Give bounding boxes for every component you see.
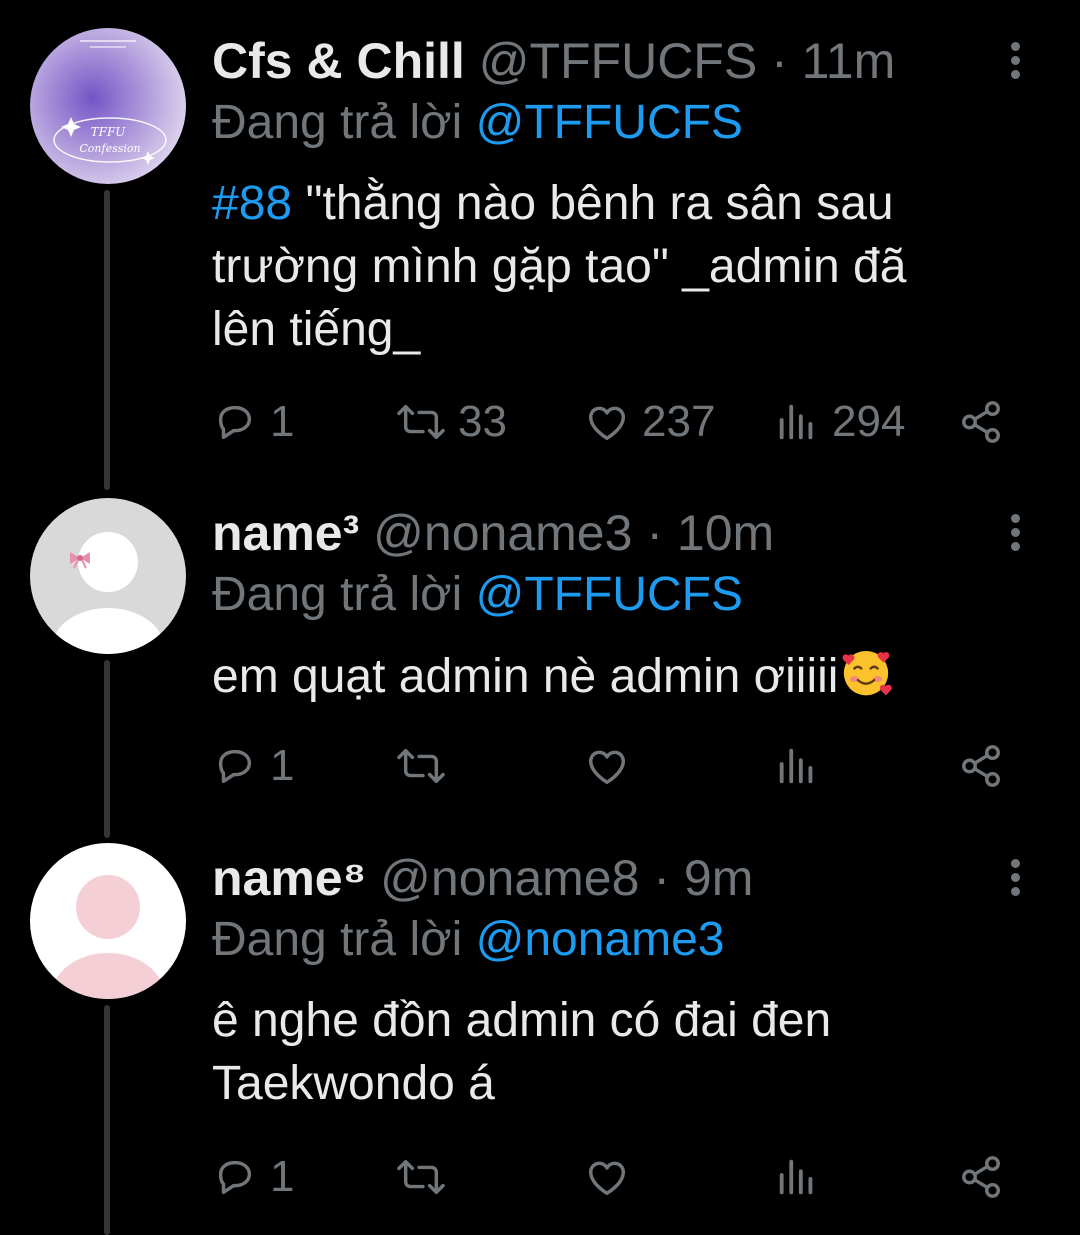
default-avatar	[30, 498, 186, 654]
tweet-actions: 1	[212, 736, 1012, 796]
tweet-actions: 1	[212, 1147, 1012, 1207]
tffu-confession-logo: TFFU Confession	[30, 28, 186, 184]
views-button[interactable]: 294	[774, 392, 905, 452]
logo-text: TFFU	[91, 125, 127, 139]
avatar[interactable]	[30, 498, 186, 654]
tweet-text: ê nghe đồn admin có đai đen Taekwondo á	[212, 989, 990, 1115]
timestamp[interactable]: 9m	[684, 850, 753, 906]
tweet[interactable]: name³ @noname3 · 10m Đang trả lời @TFFUC…	[0, 490, 1080, 835]
tweet-text-line: em quạt admin nè admin ơiiiii	[212, 650, 839, 703]
logo-text: Confession	[79, 142, 140, 155]
like-button[interactable]	[584, 736, 630, 796]
like-count: 237	[642, 397, 716, 446]
tweet-text: em quạt admin nè admin ơiiiii	[212, 644, 990, 708]
reply-icon	[218, 749, 252, 784]
timestamp[interactable]: 10m	[677, 505, 774, 561]
reply-thread: TFFU Confession Cfs & Chill @TFFUCFS · 1…	[0, 0, 1080, 1235]
more-options-button[interactable]	[1000, 510, 1030, 560]
like-button[interactable]	[584, 1147, 630, 1207]
like-icon	[588, 406, 626, 441]
tweet[interactable]: TFFU Confession Cfs & Chill @TFFUCFS · 1…	[0, 0, 1080, 490]
default-avatar	[30, 843, 186, 999]
more-icon	[1010, 859, 1020, 868]
retweet-icon	[397, 1159, 445, 1195]
replying-to-label: Đang trả lời	[212, 568, 463, 621]
mention-link[interactable]: @TFFUCFS	[476, 568, 743, 621]
reply-button[interactable]: 1	[212, 392, 294, 452]
views-button[interactable]	[774, 736, 820, 796]
reply-icon	[218, 405, 252, 440]
replying-to-label: Đang trả lời	[212, 913, 463, 966]
share-icon	[962, 745, 1000, 787]
avatar[interactable]	[30, 843, 186, 999]
timestamp[interactable]: 11m	[802, 33, 896, 89]
views-button[interactable]	[774, 1147, 820, 1207]
more-icon	[1010, 514, 1020, 523]
retweet-icon	[397, 404, 445, 440]
replying-to-label: Đang trả lời	[212, 96, 463, 149]
share-icon	[962, 401, 1000, 443]
more-options-button[interactable]	[1000, 38, 1030, 88]
share-button[interactable]	[958, 392, 1004, 452]
reply-button[interactable]: 1	[212, 1147, 294, 1207]
retweet-button[interactable]	[396, 736, 446, 796]
tweet-text: #88 "thằng nào bênh ra sân sau trường mì…	[212, 172, 990, 361]
separator-dot: ·	[771, 33, 788, 89]
views-icon	[779, 1159, 813, 1195]
display-name[interactable]: name³	[212, 505, 359, 561]
display-name[interactable]: Cfs & Chill	[212, 33, 465, 89]
retweet-button[interactable]	[396, 1147, 446, 1207]
separator-dot: ·	[653, 850, 670, 906]
retweet-button[interactable]: 33	[396, 392, 507, 452]
share-button[interactable]	[958, 736, 1004, 796]
share-button[interactable]	[958, 1147, 1004, 1207]
tweet-text-line: ê nghe đồn admin có đai đen	[212, 994, 832, 1047]
retweet-icon	[397, 748, 445, 784]
smiling-face-with-hearts-icon	[843, 651, 893, 696]
tweet-text-line: lên tiếng_	[212, 303, 421, 356]
handle[interactable]: @noname8	[380, 850, 639, 906]
tweet-header: name⁸ @noname8 · 9m	[212, 847, 990, 909]
hashtag-link[interactable]: #88	[212, 177, 292, 230]
replying-to: Đang trả lời @TFFUCFS	[212, 564, 990, 626]
reply-count: 1	[270, 1152, 295, 1201]
handle[interactable]: @noname3	[373, 505, 632, 561]
replying-to: Đang trả lời @noname3	[212, 909, 990, 971]
separator-dot: ·	[646, 505, 663, 561]
tweet-text-line: "thằng nào bênh ra sân sau	[305, 177, 894, 230]
share-icon	[962, 1156, 1000, 1198]
reply-count: 1	[270, 397, 295, 446]
handle[interactable]: @TFFUCFS	[479, 33, 758, 89]
replying-to: Đang trả lời @TFFUCFS	[212, 92, 990, 154]
reply-icon	[218, 1160, 252, 1195]
avatar[interactable]: TFFU Confession	[30, 28, 186, 184]
reply-button[interactable]: 1	[212, 736, 294, 796]
tweet-text-line: trường mình gặp tao" _admin đã	[212, 240, 907, 293]
views-icon	[779, 404, 813, 440]
mention-link[interactable]: @noname3	[476, 913, 725, 966]
tweet-text-line: Taekwondo á	[212, 1057, 495, 1110]
retweet-count: 33	[458, 397, 507, 446]
reply-count: 1	[270, 741, 295, 790]
mention-link[interactable]: @TFFUCFS	[476, 96, 743, 149]
more-options-button[interactable]	[1000, 855, 1030, 905]
display-name[interactable]: name⁸	[212, 850, 366, 906]
like-icon	[588, 750, 626, 785]
views-icon	[779, 748, 813, 784]
like-icon	[588, 1161, 626, 1196]
view-count: 294	[832, 397, 906, 446]
tweet-actions: 1 33 237 294	[212, 392, 1012, 452]
tweet-header: Cfs & Chill @TFFUCFS · 11m	[212, 30, 990, 92]
like-button[interactable]: 237	[584, 392, 715, 452]
tweet-header: name³ @noname3 · 10m	[212, 502, 990, 564]
more-icon	[1010, 42, 1020, 51]
tweet[interactable]: name⁸ @noname8 · 9m Đang trả lời @noname…	[0, 835, 1080, 1235]
